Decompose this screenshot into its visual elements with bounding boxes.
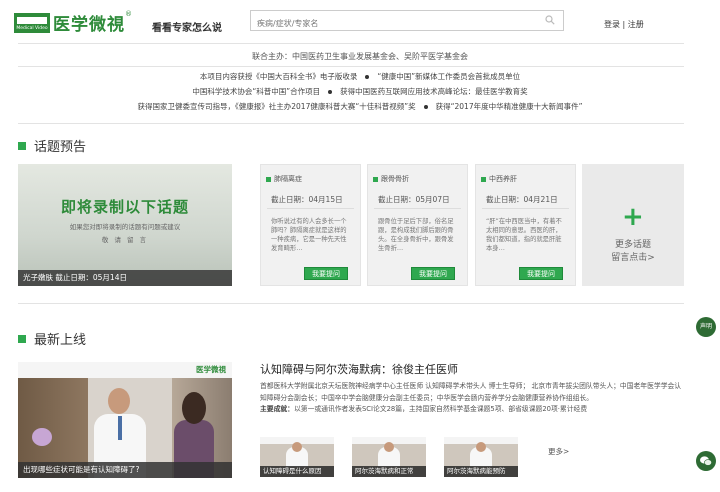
tag-marker-icon [266,176,271,182]
topic-description: 跟骨位于足后下部，俗名足跟，是构成我们脚后跟的骨头。在全身骨折中，跟骨发生骨折… [378,218,454,252]
topic-tag-text: 跟骨骨折 [381,175,409,183]
topic-card[interactable]: 中西养肝 截止日期：04月21日 “肝”在中西医当中，有着不太相同的意思。西医的… [475,164,576,286]
video-thumbnail[interactable]: 认知障碍是什么原因 [260,437,334,477]
latest-section-title: 最新上线 [18,329,86,348]
award-line: 中国科学技术协会“科普中国”合作项目 获得中国医药互联网应用技术高峰论坛：最佳医学… [0,84,720,99]
award-text: 获得“2017年度中华精准健康十大新闻事件” [435,102,583,111]
video-logo: 医学微視 [196,365,226,374]
awards-block: 本项目内容获授《中国大百科全书》电子版收录 “健康中国”新媒体工作委员会首批成员单… [0,69,720,114]
thumbnail-caption: 阿尔茨海默病能预防 [444,466,518,477]
register-link[interactable]: 注册 [628,20,644,29]
video-thumbnail[interactable]: 阿尔茨海默病和正常 [352,437,426,477]
award-line: 本项目内容获授《中国大百科全书》电子版收录 “健康中国”新媒体工作委员会首批成员单… [0,69,720,84]
topic-tag: 中西养肝 [481,174,517,184]
thumbnail-caption: 认知障碍是什么原因 [260,466,334,477]
award-text: 本项目内容获授《中国大百科全书》电子版收录 [199,72,358,81]
featured-headline: 即将录制以下话题 [60,198,189,216]
topic-card[interactable]: 跟骨骨折 截止日期：05月07日 跟骨位于足后下部，俗名足跟，是构成我们脚后跟的… [367,164,468,286]
sponsor-line: 联合主办：中国医药卫生事业发展基金会、吴阶平医学基金会 [252,52,468,61]
achievement-text: 以第一或通讯作者发表SCI论文28篇，主持国家自然科学基金课题5项、部省级课题2… [293,405,588,413]
featured-caption: 光子嫩肤 截止日期：05月14日 [18,270,232,286]
award-line: 获得国家卫健委宣传司指导，《健康报》社主办2017健康科普大赛“十佳科普视频”奖… [0,99,720,114]
featured-subtext: 如果您对即将录制的话题有问题或建议 [69,223,181,231]
topics-title-text: 话题预告 [34,140,87,155]
divider [18,66,684,67]
wechat-icon[interactable] [696,451,716,471]
topic-deadline: 截止日期：04月21日 [486,195,558,204]
more-topics-card[interactable]: + 更多话题 留言点击> [582,164,684,286]
divider [267,208,354,209]
topic-description: “肝”在中西医当中，有着不太相同的意思。西医的肝，我们都知道，指的就是肝脏本身… [486,218,562,252]
auth-links: 登录 | 注册 [604,19,644,30]
site-logo[interactable]: Medical Video 医学微視 ® [14,10,132,35]
video-thumbnail[interactable]: 阿尔茨海默病能预防 [444,437,518,477]
topic-tag: 肺隔离症 [266,174,302,184]
section-marker-icon [18,141,26,150]
logo-mark: Medical Video [14,12,50,33]
bullet-icon [423,105,428,109]
award-text: 获得国家卫健委宣传司指导，《健康报》社主办2017健康科普大赛“十佳科普视频”奖 [137,102,416,111]
award-text: 中国科学技术协会“科普中国”合作项目 [192,87,321,96]
bullet-icon [365,75,370,79]
featured-video[interactable]: 医学微視 出现哪些症状可能是有认知障碍了? [18,362,232,478]
more-topics-label: 更多话题 [614,240,651,250]
topic-deadline: 截止日期：04月15日 [271,195,343,204]
flower-decoration [32,428,52,446]
logo-registered-mark: ® [125,10,132,18]
ask-question-button[interactable]: 我要提问 [411,267,455,280]
wechat-glyph-icon [700,456,712,466]
site-slogan: 看看专家怎么说 [152,23,222,34]
thumbnail-caption: 阿尔茨海默病和正常 [352,466,426,477]
ask-question-button[interactable]: 我要提问 [519,267,563,280]
topic-tag-text: 中西养肝 [489,175,517,183]
bullet-icon [328,90,333,94]
achievement-label: 主要成就： [260,405,294,413]
search-box [250,10,564,33]
topic-deadline: 截止日期：05月07日 [378,195,450,204]
article-title[interactable]: 认知障碍与阿尔茨海默病：徐俊主任医师 [260,361,458,377]
topic-card[interactable]: 肺隔离症 截止日期：04月15日 你听说过有的人会多长一个肺吗？肺隔离症就是这样… [260,164,361,286]
leave-message-link: 留言点击> [611,253,655,263]
section-marker-icon [18,334,26,343]
tag-marker-icon [373,176,378,182]
featured-subtext-2: 敬 请 留 言 [101,236,149,244]
award-text: 获得中国医药互联网应用技术高峰论坛：最佳医学教育奖 [340,87,528,96]
login-link[interactable]: 登录 [604,20,620,29]
divider [374,208,461,209]
tag-marker-icon [481,176,486,182]
award-text: “健康中国”新媒体工作委员会首批成员单位 [377,72,521,81]
video-caption: 出现哪些症状可能是有认知障碍了? [18,462,232,478]
logo-en-text: Medical Video [16,25,48,31]
divider [18,303,684,304]
more-videos-link[interactable]: 更多> [548,446,569,457]
divider [482,208,569,209]
topic-tag: 跟骨骨折 [373,174,409,184]
doctor-bio: 首都医科大学附属北京天坛医院神经病学中心主任医师 认知障碍学术带头人 博士生导师… [260,382,682,402]
topic-tag-text: 肺隔离症 [274,175,302,183]
search-input[interactable] [251,14,531,33]
statement-button[interactable]: 声明 [696,317,716,337]
topics-section-title: 话题预告 [18,136,86,155]
ask-question-button[interactable]: 我要提问 [304,267,348,280]
featured-topic[interactable]: 即将录制以下话题 如果您对即将录制的话题有问题或建议 敬 请 留 言 光子嫩肤 … [18,164,232,286]
auth-divider: | [622,20,626,29]
search-icon[interactable] [545,15,555,25]
divider [18,123,684,124]
article-summary: 首都医科大学附属北京天坛医院神经病学中心主任医师 认知障碍学术带头人 博士生导师… [260,381,686,416]
page: Medical Video 医学微視 ® 看看专家怎么说 登录 | 注册 联合主… [0,0,720,492]
plus-icon: + [622,202,644,232]
topic-description: 你听说过有的人会多长一个肺吗？肺隔离症就是这样的一种疾病，它是一种先天性发育畸形… [271,218,347,252]
logo-cn-text: 医学微視 [53,15,125,35]
latest-title-text: 最新上线 [34,333,87,348]
divider [18,43,684,44]
